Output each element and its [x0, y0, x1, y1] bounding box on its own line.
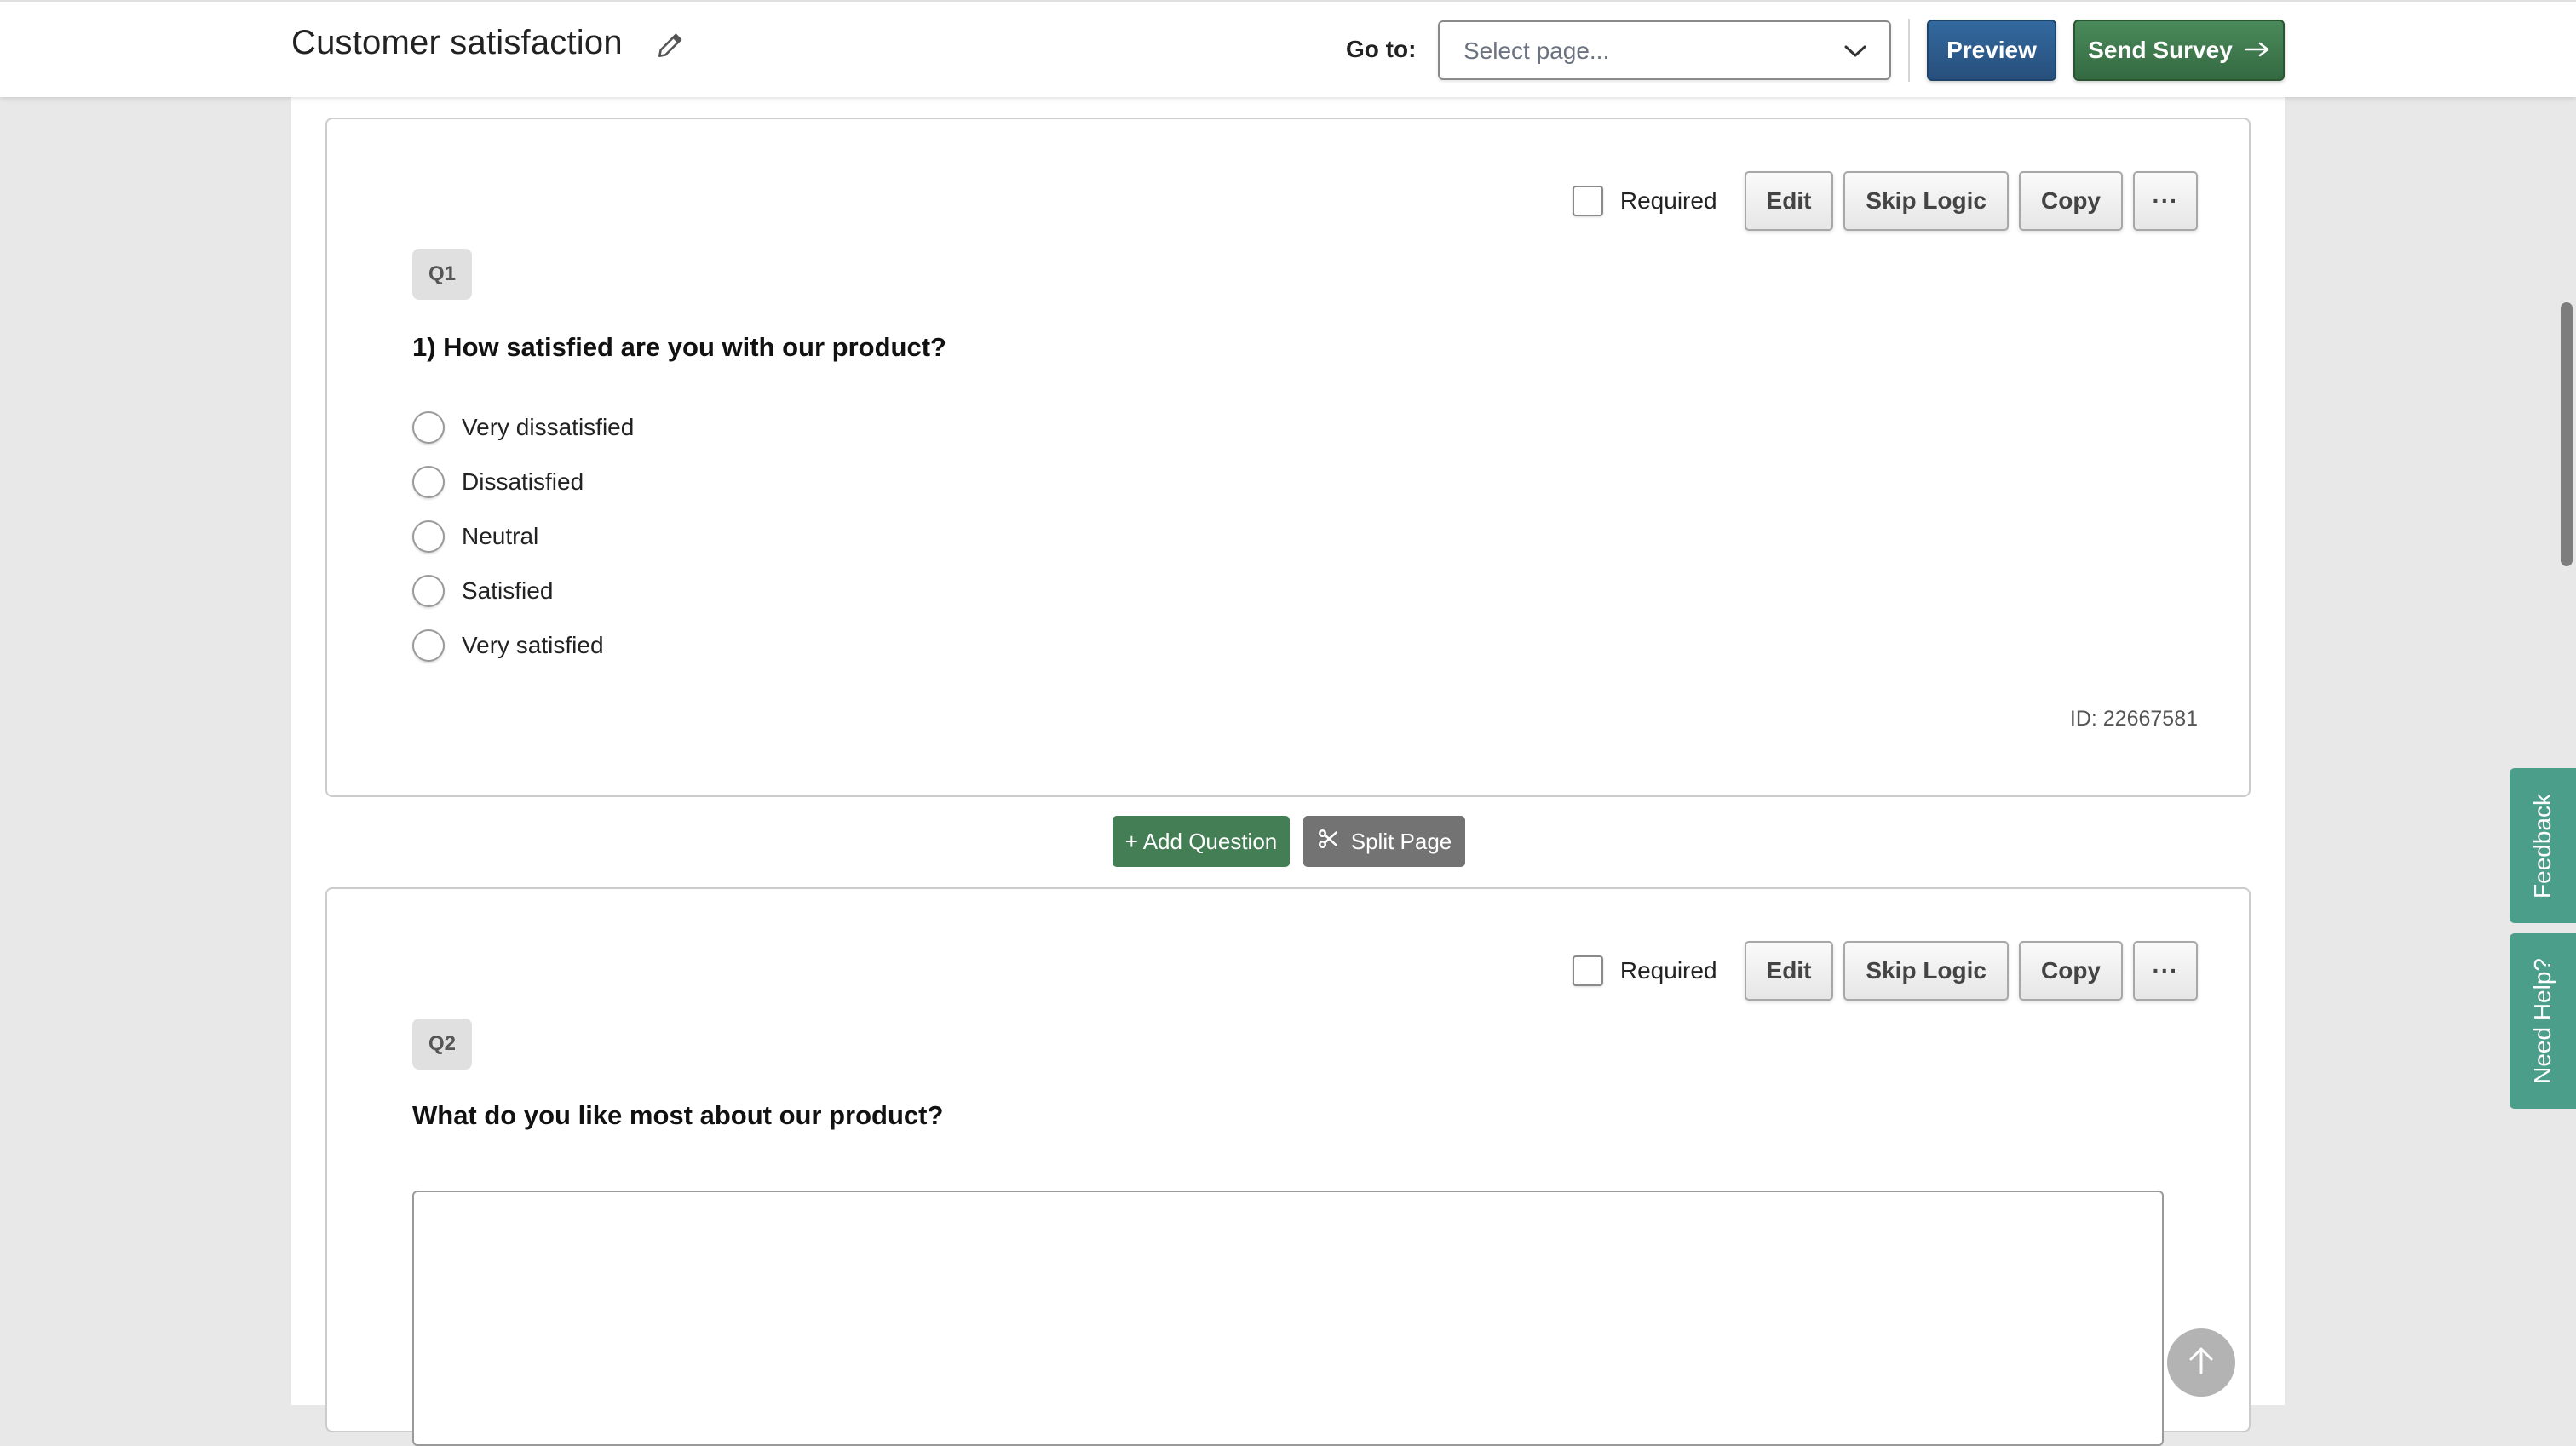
option-label: Neutral	[462, 523, 539, 549]
radio-button[interactable]	[412, 575, 445, 607]
header-divider	[1908, 19, 1910, 82]
add-question-label: + Add Question	[1124, 828, 1278, 854]
option-label: Very dissatisfied	[462, 414, 635, 440]
option-label: Very satisfied	[462, 632, 604, 658]
split-page-label: Split Page	[1350, 828, 1452, 854]
send-survey-button[interactable]: Send Survey	[2073, 20, 2285, 81]
feedback-tab-label: Feedback	[2529, 793, 2556, 898]
skip-logic-button[interactable]: Skip Logic	[1843, 171, 2009, 231]
radio-button[interactable]	[412, 466, 445, 498]
copy-button[interactable]: Copy	[2019, 171, 2123, 231]
add-question-button[interactable]: + Add Question	[1113, 816, 1290, 867]
question-text: 1) How satisfied are you with our produc…	[412, 332, 946, 362]
option-very-dissatisfied[interactable]: Very dissatisfied	[412, 400, 634, 455]
question-card-q2: Required Edit Skip Logic Copy ··· Q2 Wha…	[325, 887, 2251, 1446]
required-checkbox[interactable]	[1572, 186, 1603, 216]
edit-button[interactable]: Edit	[1744, 171, 1834, 231]
more-options-button[interactable]: ···	[2133, 941, 2198, 1001]
page-select-placeholder: Select page...	[1463, 37, 1610, 64]
preview-button[interactable]: Preview	[1927, 20, 2056, 81]
split-page-button[interactable]: Split Page	[1303, 816, 1465, 867]
option-label: Dissatisfied	[462, 468, 584, 495]
preview-button-label: Preview	[1946, 37, 2037, 63]
question-toolbar: Required Edit Skip Logic Copy ···	[1572, 170, 2198, 232]
option-dissatisfied[interactable]: Dissatisfied	[412, 455, 634, 509]
required-label: Required	[1619, 957, 1717, 984]
radio-button[interactable]	[412, 629, 445, 662]
feedback-tab[interactable]: Feedback	[2510, 768, 2576, 923]
scrollbar-thumb[interactable]	[2561, 302, 2573, 566]
question-card-q1: Required Edit Skip Logic Copy ··· Q1 1) …	[325, 118, 2251, 797]
send-survey-label: Send Survey	[2088, 37, 2233, 63]
answer-options: Very dissatisfied Dissatisfied Neutral S…	[412, 400, 634, 673]
option-neutral[interactable]: Neutral	[412, 509, 634, 564]
question-text: What do you like most about our product?	[412, 1100, 944, 1130]
chevron-down-icon	[1843, 43, 1867, 60]
scissors-icon	[1317, 828, 1339, 856]
option-very-satisfied[interactable]: Very satisfied	[412, 618, 634, 673]
page-select[interactable]: Select page...	[1438, 20, 1891, 80]
arrow-right-icon	[2245, 37, 2270, 64]
required-checkbox[interactable]	[1572, 955, 1603, 986]
arrow-up-icon	[2184, 1344, 2218, 1382]
edit-button[interactable]: Edit	[1744, 941, 1834, 1001]
radio-button[interactable]	[412, 520, 445, 553]
scroll-to-top-button[interactable]	[2167, 1328, 2235, 1397]
need-help-tab[interactable]: Need Help?	[2510, 933, 2576, 1109]
more-options-button[interactable]: ···	[2133, 171, 2198, 231]
goto-label: Go to:	[1346, 36, 1417, 62]
question-toolbar: Required Edit Skip Logic Copy ···	[1572, 940, 2198, 1001]
survey-title: Customer satisfaction	[291, 24, 623, 61]
question-badge: Q1	[412, 249, 472, 300]
top-header: Customer satisfaction Go to: Select page…	[0, 0, 2576, 97]
skip-logic-button[interactable]: Skip Logic	[1843, 941, 2009, 1001]
answer-textarea[interactable]	[412, 1191, 2164, 1446]
pencil-icon[interactable]	[656, 31, 685, 60]
required-toggle[interactable]: Required	[1572, 186, 1717, 216]
need-help-tab-label: Need Help?	[2529, 958, 2556, 1084]
question-id: ID: 22667581	[2069, 707, 2198, 731]
option-label: Satisfied	[462, 577, 554, 604]
required-label: Required	[1619, 187, 1717, 214]
question-badge: Q2	[412, 1019, 472, 1070]
radio-button[interactable]	[412, 411, 445, 444]
copy-button[interactable]: Copy	[2019, 941, 2123, 1001]
required-toggle[interactable]: Required	[1572, 955, 1717, 986]
option-satisfied[interactable]: Satisfied	[412, 564, 634, 618]
